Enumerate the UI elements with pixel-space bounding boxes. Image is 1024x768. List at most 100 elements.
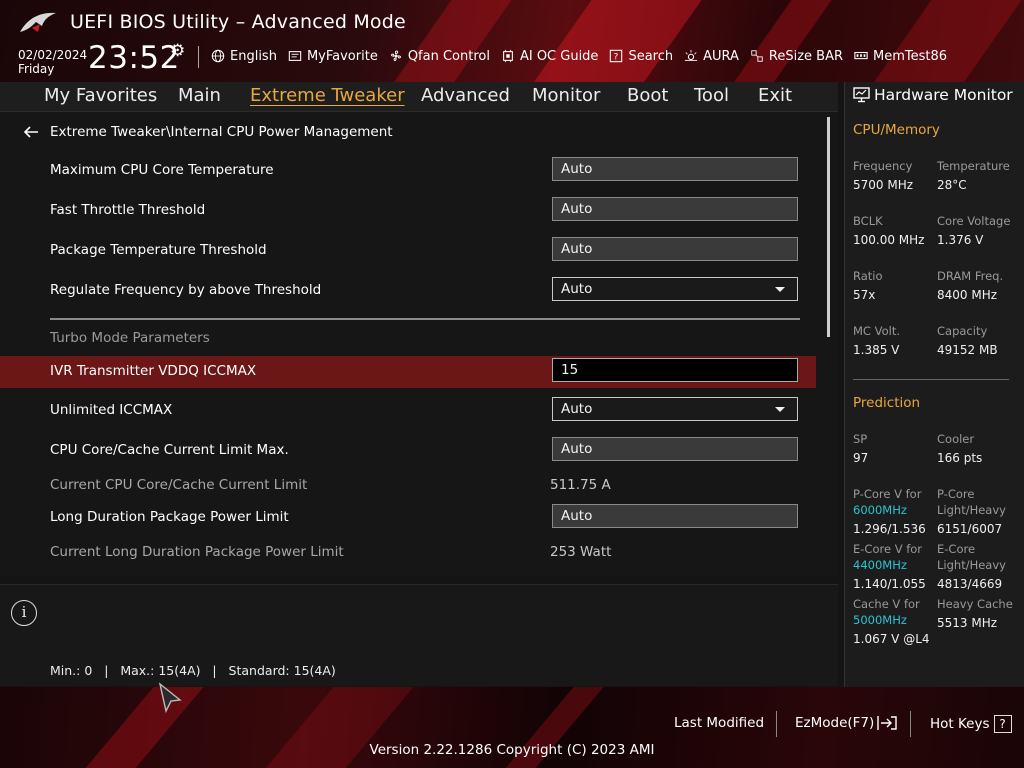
version-text: Version 2.22.1286 Copyright (C) 2023 AMI <box>369 742 655 758</box>
footer-bar: Last Modified EzMode(F7) Hot Keys ? Vers… <box>0 687 1024 768</box>
setting-row[interactable]: Unlimited ICCMAX Auto <box>0 395 816 427</box>
resize-bar-label: ReSize BAR <box>768 48 844 64</box>
fast-throttle-threshold-field[interactable]: Auto <box>552 197 798 221</box>
myfavorite-label: MyFavorite <box>306 48 378 64</box>
menu-exit[interactable]: Exit <box>758 85 792 106</box>
setting-row[interactable]: CPU Core/Cache Current Limit Max. Auto <box>0 435 816 467</box>
readonly-value: 253 Watt <box>550 544 612 560</box>
last-modified-button[interactable]: Last Modified <box>674 715 764 731</box>
ai-oc-guide-button[interactable]: AI OC Guide <box>500 49 598 64</box>
heavy-cache-label: Heavy Cache <box>937 597 1013 611</box>
hardware-monitor-panel: Hardware Monitor CPU/Memory Frequency 57… <box>844 82 1024 687</box>
aura-icon <box>684 49 698 61</box>
cache-v-label: Cache V for 5000MHz <box>853 596 920 628</box>
ai-oc-guide-label: AI OC Guide <box>519 48 599 64</box>
aura-button[interactable]: AURA <box>683 49 739 64</box>
svg-text:?: ? <box>614 53 619 63</box>
scrollbar[interactable] <box>827 117 830 337</box>
hot-keys-button[interactable]: Hot Keys ? <box>930 715 1012 733</box>
frequency-value: 5700 MHz <box>853 178 914 192</box>
cache-v-freq: 5000MHz <box>853 613 907 627</box>
fan-icon <box>390 50 401 61</box>
package-temp-threshold-field[interactable]: Auto <box>552 237 798 261</box>
language-button[interactable]: English <box>210 49 277 64</box>
ratio-value: 57x <box>853 288 876 302</box>
sp-label: SP <box>853 432 868 446</box>
ivr-vddq-iccmax-input[interactable]: 15 <box>552 358 798 382</box>
qfan-control-button[interactable]: Qfan Control <box>388 49 490 64</box>
setting-label: Unlimited ICCMAX <box>50 402 173 418</box>
setting-row[interactable]: Maximum CPU Core Temperature Auto <box>0 155 816 187</box>
back-arrow-icon[interactable] <box>22 125 40 139</box>
setting-row[interactable]: Fast Throttle Threshold Auto <box>0 195 816 227</box>
memtest-icon <box>854 51 868 60</box>
setting-label: Long Duration Package Power Limit <box>50 509 289 525</box>
ai-icon <box>503 49 513 63</box>
menu-monitor[interactable]: Monitor <box>532 85 600 106</box>
prediction-heading: Prediction <box>853 395 921 411</box>
memtest86-button[interactable]: MemTest86 <box>853 49 947 64</box>
qfan-control-label: Qfan Control <box>407 48 490 64</box>
globe-icon <box>211 49 225 63</box>
core-voltage-label: Core Voltage <box>937 214 1011 228</box>
main-menu-bar: My Favorites Main Extreme Tweaker Advanc… <box>0 82 838 112</box>
frequency-label: Frequency <box>853 159 913 173</box>
setting-row[interactable]: Long Duration Package Power Limit Auto <box>0 502 816 534</box>
core-voltage-value: 1.376 V <box>937 233 984 247</box>
capacity-value: 49152 MB <box>937 343 998 357</box>
footer-divider <box>776 711 777 737</box>
setting-row[interactable]: Package Temperature Threshold Auto <box>0 235 816 267</box>
mc-volt-label: MC Volt. <box>853 324 900 338</box>
bclk-value: 100.00 MHz <box>853 233 925 247</box>
hardware-monitor-label: Hardware Monitor <box>874 86 1013 104</box>
cache-v-value: 1.067 V @L4 <box>853 632 930 646</box>
gear-icon[interactable]: ⚙ <box>170 42 188 60</box>
memtest86-label: MemTest86 <box>873 48 948 64</box>
long-duration-power-limit-field[interactable]: Auto <box>552 504 798 528</box>
ecore-lh-text1: E-Core <box>937 542 976 556</box>
favorite-icon <box>288 51 302 61</box>
menu-tool[interactable]: Tool <box>694 85 729 106</box>
pcore-lh-text2: Light/Heavy <box>937 503 1006 517</box>
search-icon: ? <box>610 49 623 63</box>
setting-row[interactable]: Regulate Frequency by above Threshold Au… <box>0 275 816 307</box>
clock-display[interactable]: 23:52 <box>88 40 180 76</box>
menu-advanced[interactable]: Advanced <box>421 85 510 106</box>
setting-label: Regulate Frequency by above Threshold <box>50 282 322 298</box>
menu-my-favorites[interactable]: My Favorites <box>44 85 157 106</box>
menu-boot[interactable]: Boot <box>627 85 668 106</box>
resize-bar-button[interactable]: ReSize BAR <box>749 49 843 64</box>
regulate-frequency-dropdown[interactable]: Auto <box>552 277 798 301</box>
header-divider <box>198 46 199 68</box>
menu-main[interactable]: Main <box>178 85 221 106</box>
setting-label: IVR Transmitter VDDQ ICCMAX <box>50 363 257 379</box>
ratio-label: Ratio <box>853 269 883 283</box>
day-text: Friday <box>18 62 55 76</box>
toolbar: English MyFavorite Qfan Control AI OC Gu… <box>210 46 957 66</box>
temperature-label: Temperature <box>937 159 1010 173</box>
section-divider <box>50 318 800 320</box>
setting-label: Package Temperature Threshold <box>50 242 267 258</box>
max-cpu-core-temp-field[interactable]: Auto <box>552 157 798 181</box>
heavy-cache-value: 5513 MHz <box>937 616 998 630</box>
footer-divider <box>910 711 911 737</box>
pcore-v-label: P-Core V for 6000MHz <box>853 486 921 518</box>
setting-row-selected[interactable]: IVR Transmitter VDDQ ICCMAX 15 <box>0 356 816 388</box>
bclk-label: BCLK <box>853 214 883 228</box>
rog-logo <box>20 12 56 32</box>
core-cache-current-limit-field[interactable]: Auto <box>552 437 798 461</box>
date-display[interactable]: 02/02/2024 Friday <box>18 48 87 76</box>
myfavorite-button[interactable]: MyFavorite <box>287 49 378 64</box>
pcore-lh-label: P-Core Light/Heavy <box>937 486 1006 518</box>
temperature-value: 28°C <box>937 178 967 192</box>
search-button[interactable]: ? Search <box>608 49 673 64</box>
mc-volt-value: 1.385 V <box>853 343 900 357</box>
setting-label: Maximum CPU Core Temperature <box>50 162 274 178</box>
pcore-v-freq: 6000MHz <box>853 503 907 517</box>
ezmode-button[interactable]: EzMode(F7) <box>795 715 898 731</box>
language-label: English <box>230 48 277 64</box>
unlimited-iccmax-dropdown[interactable]: Auto <box>552 397 798 421</box>
setting-label: CPU Core/Cache Current Limit Max. <box>50 442 289 458</box>
pcore-lh-text1: P-Core <box>937 487 975 501</box>
menu-extreme-tweaker[interactable]: Extreme Tweaker <box>250 85 405 106</box>
